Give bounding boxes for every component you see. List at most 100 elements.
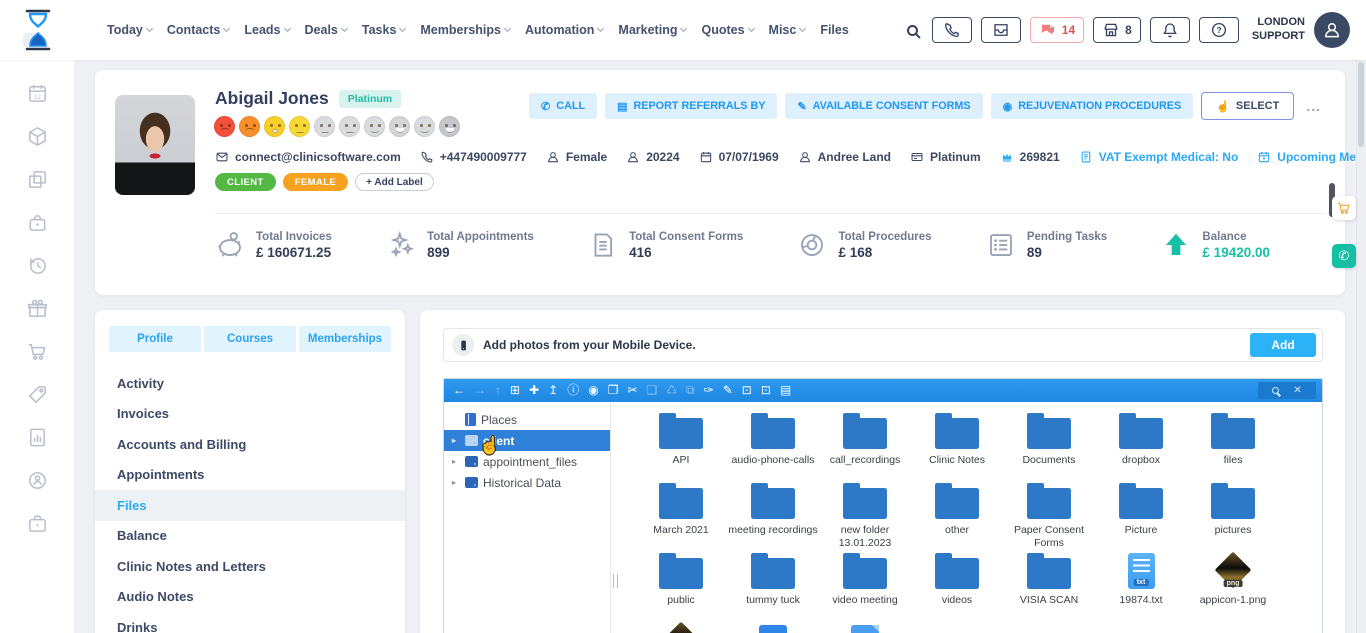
gift-icon[interactable]: [26, 297, 49, 320]
search-icon[interactable]: [907, 25, 918, 36]
delete-icon[interactable]: ♺: [666, 379, 677, 402]
file-item[interactable]: public: [635, 549, 727, 619]
file-item[interactable]: call_recordings: [819, 409, 911, 479]
file-item[interactable]: VISIA SCAN: [1003, 549, 1095, 619]
select-button[interactable]: ☝ SELECT: [1201, 92, 1294, 120]
file-item[interactable]: audio-phone-calls: [727, 409, 819, 479]
file-item[interactable]: Paper Consent Forms: [1003, 479, 1095, 549]
menu-item[interactable]: Marketing: [618, 23, 686, 37]
duplicate-icon[interactable]: ⧉: [686, 379, 695, 402]
tree-item[interactable]: ▸ client: [444, 430, 610, 451]
cut-icon[interactable]: ✂: [627, 379, 637, 402]
file-item[interactable]: API: [635, 409, 727, 479]
phone-button[interactable]: [932, 17, 972, 43]
profile-tab[interactable]: Profile: [109, 326, 201, 352]
copy-windows-icon[interactable]: [26, 168, 49, 191]
file-item[interactable]: March 2021: [635, 479, 727, 549]
action-button[interactable]: ◉ REJUVENATION PROCEDURES: [991, 93, 1194, 119]
whatsapp-button[interactable]: ✆: [1332, 244, 1356, 268]
inbox-button[interactable]: [981, 17, 1021, 43]
tree-resize-handle[interactable]: [611, 402, 621, 633]
tree-item[interactable]: ▸ Historical Data: [444, 472, 610, 493]
mood-emoji[interactable]: [389, 116, 410, 137]
paste-icon[interactable]: ❏: [647, 379, 658, 402]
clinicsoftware-logo[interactable]: [18, 9, 58, 51]
file-item[interactable]: videos: [911, 549, 1003, 619]
action-button[interactable]: ✆ CALL: [529, 93, 597, 119]
tree-item[interactable]: ▸ appointment_files: [444, 451, 610, 472]
file-item[interactable]: txt 19874.txt: [1095, 549, 1187, 619]
menu-item[interactable]: Automation: [525, 23, 603, 37]
file-item[interactable]: png appicon-1.png: [1187, 549, 1279, 619]
history-icon[interactable]: [26, 254, 49, 277]
action-button[interactable]: ✎ AVAILABLE CONSENT FORMS: [785, 93, 982, 119]
file-item[interactable]: tummy tuck: [727, 549, 819, 619]
close-icon[interactable]: ✕: [1293, 385, 1301, 396]
mood-emoji[interactable]: [439, 116, 460, 137]
new-folder-icon[interactable]: ⊞: [510, 379, 520, 402]
help-button[interactable]: [1199, 17, 1239, 43]
calendar-icon[interactable]: [26, 82, 49, 105]
chat-button[interactable]: 14: [1030, 17, 1084, 43]
file-item[interactable]: files: [1187, 409, 1279, 479]
mood-emoji[interactable]: [414, 116, 435, 137]
search-icon[interactable]: [1272, 387, 1279, 394]
cart-icon[interactable]: [26, 340, 49, 363]
report-icon[interactable]: [26, 426, 49, 449]
profile-tab[interactable]: Memberships: [299, 326, 391, 352]
profile-section-item[interactable]: Activity: [95, 368, 405, 399]
add-label-button[interactable]: + Add Label: [355, 173, 434, 191]
client-tag[interactable]: CLIENT: [215, 173, 276, 191]
profile-section-item[interactable]: Audio Notes: [95, 582, 405, 613]
menu-item[interactable]: Quotes: [701, 23, 753, 37]
profile-section-item[interactable]: Accounts and Billing: [95, 429, 405, 460]
notifications-button[interactable]: [1150, 17, 1190, 43]
file-item[interactable]: [727, 619, 819, 633]
action-button[interactable]: ▤ REPORT REFERRALS BY: [605, 93, 777, 119]
rename-icon[interactable]: ✑: [704, 379, 714, 402]
forward-icon[interactable]: →: [474, 379, 486, 402]
menu-item[interactable]: Memberships: [420, 23, 510, 37]
time-person-icon[interactable]: [26, 469, 49, 492]
back-icon[interactable]: ←: [453, 379, 465, 402]
file-item[interactable]: png: [635, 619, 727, 633]
file-item[interactable]: [819, 619, 911, 633]
menu-item[interactable]: Contacts: [167, 23, 229, 37]
case-icon[interactable]: [26, 512, 49, 535]
file-item[interactable]: new folder 13.01.2023: [819, 479, 911, 549]
cart-button[interactable]: [1332, 196, 1356, 220]
copy-icon[interactable]: ❐: [608, 379, 619, 402]
more-options-button[interactable]: ...: [1302, 98, 1325, 114]
file-item[interactable]: dropbox: [1095, 409, 1187, 479]
expand-caret-icon[interactable]: ▸: [452, 478, 460, 487]
edit-icon[interactable]: ✎: [723, 379, 733, 402]
menu-item[interactable]: Today: [107, 23, 152, 37]
menu-item[interactable]: Deals: [305, 23, 347, 37]
menu-item[interactable]: Leads: [244, 23, 289, 37]
menu-item[interactable]: Tasks: [362, 23, 406, 37]
add-photos-button[interactable]: Add: [1250, 333, 1316, 357]
tag-icon[interactable]: [26, 383, 49, 406]
extract-icon[interactable]: ⊡: [761, 379, 771, 402]
file-item[interactable]: pictures: [1187, 479, 1279, 549]
profile-tab[interactable]: Courses: [204, 326, 296, 352]
tree-item[interactable]: ▸ Places: [444, 409, 610, 430]
profile-section-item[interactable]: Clinic Notes and Letters: [95, 551, 405, 582]
file-item[interactable]: Clinic Notes: [911, 409, 1003, 479]
products-cube-icon[interactable]: [26, 125, 49, 148]
file-item[interactable]: Picture: [1095, 479, 1187, 549]
file-item[interactable]: video meeting: [819, 549, 911, 619]
file-item[interactable]: other: [911, 479, 1003, 549]
mood-emoji[interactable]: [289, 116, 310, 137]
shop-bag-icon[interactable]: [26, 211, 49, 234]
mood-emoji[interactable]: [264, 116, 285, 137]
mood-emoji[interactable]: [339, 116, 360, 137]
mood-emoji[interactable]: [214, 116, 235, 137]
preview-icon[interactable]: ◉: [588, 379, 598, 402]
archive-icon[interactable]: ⊡: [742, 379, 752, 402]
new-file-icon[interactable]: ✚: [529, 379, 539, 402]
upload-icon[interactable]: ↥: [548, 379, 558, 402]
client-photo[interactable]: [115, 95, 195, 195]
page-scrollbar-thumb[interactable]: [1358, 62, 1364, 147]
profile-section-item[interactable]: Appointments: [95, 460, 405, 491]
